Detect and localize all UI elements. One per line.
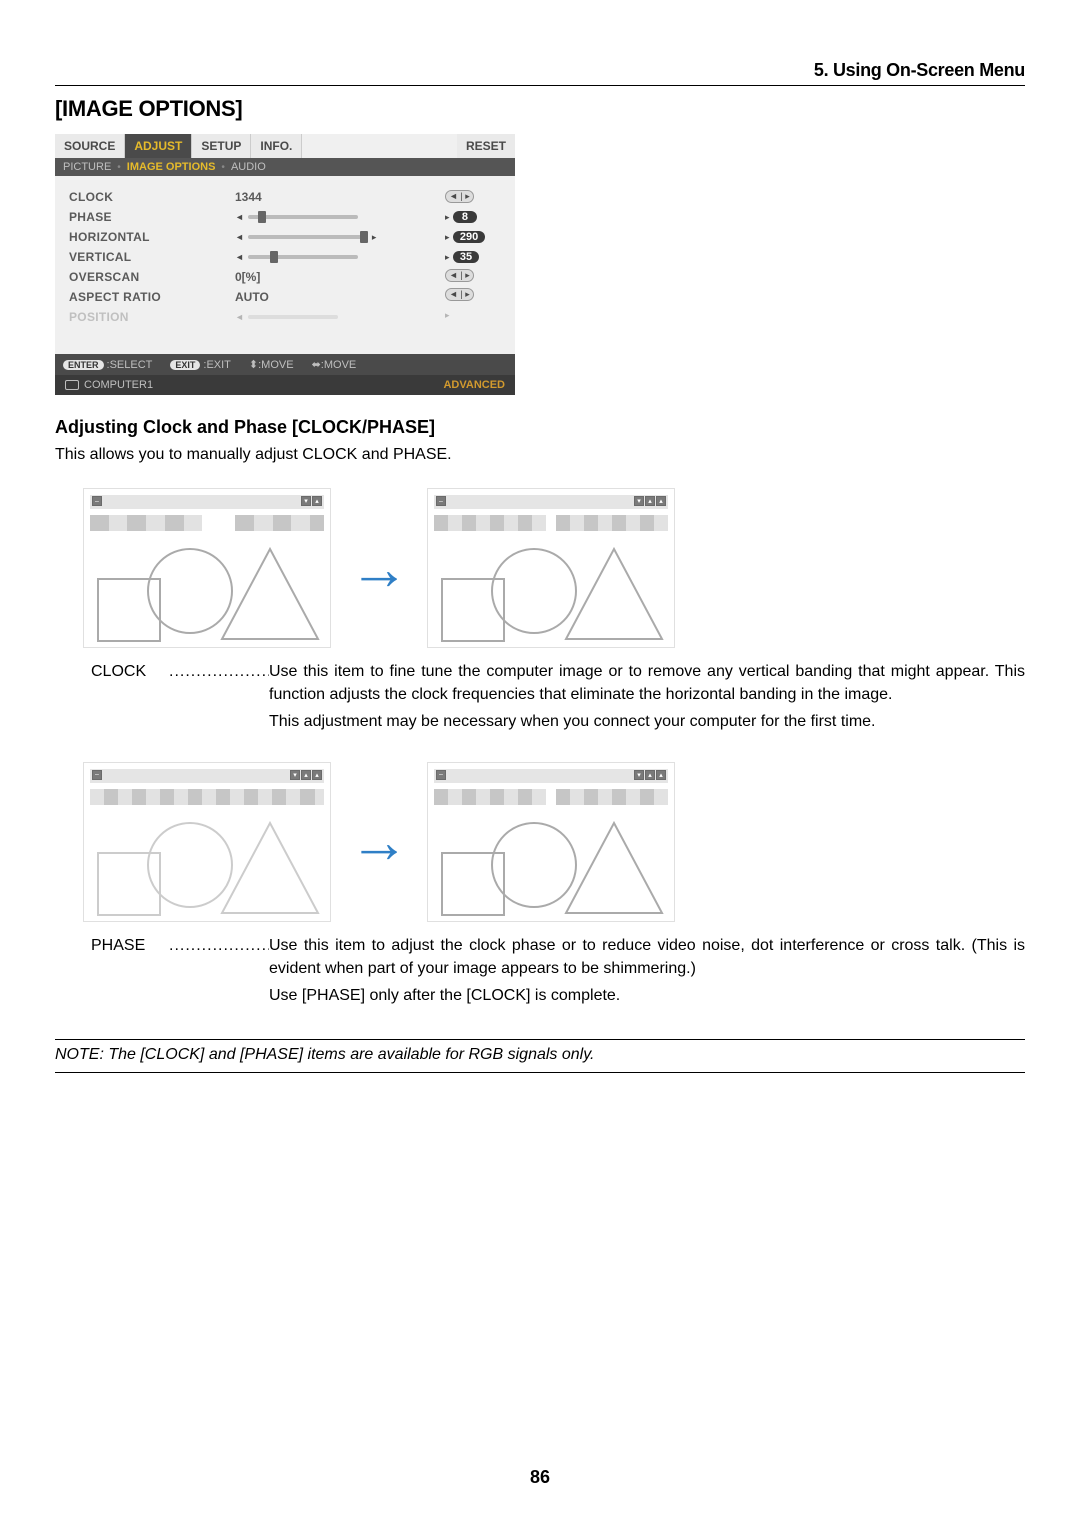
note-text: NOTE: The [CLOCK] and [PHASE] items are … [55,1044,1025,1068]
def-term: CLOCK [91,660,169,738]
subtab-audio[interactable]: AUDIO [231,161,266,173]
slider-position: ◄ [235,310,429,324]
osd-subtabs: PICTURE • IMAGE OPTIONS • AUDIO [55,158,515,176]
slider-phase[interactable]: ◄ [235,210,429,224]
arrows-aspect[interactable]: ◄ | ▸ [445,288,474,301]
move-lr-icon: ⬌:MOVE [312,358,357,371]
illustration-clock: –▾▴ → –▾▴▴ [83,488,1025,648]
def-term: PHASE [91,934,169,1012]
source-label: COMPUTER1 [84,379,153,391]
tab-reset[interactable]: RESET [457,134,515,158]
illustration-good-clock: –▾▴▴ [427,488,675,648]
osd-footer: ENTER:SELECT EXIT:EXIT ⬍:MOVE ⬌:MOVE [55,354,515,375]
def-body-line: Use [PHASE] only after the [CLOCK] is co… [269,984,1025,1007]
osd-panel: SOURCE ADJUST SETUP INFO. RESET PICTURE … [55,134,515,395]
section-title: [IMAGE OPTIONS] [55,96,1025,122]
value-horizontal: 290 [453,231,485,243]
menu-item-horizontal[interactable]: HORIZONTAL [69,230,219,244]
exit-label: :EXIT [203,359,231,371]
def-body-line: This adjustment may be necessary when yo… [269,710,1025,733]
illustration-good-phase: –▾▴▴ [427,762,675,922]
subtab-picture[interactable]: PICTURE [63,161,111,173]
arrows-overscan[interactable]: ◄ | ▸ [445,269,474,282]
subtab-sep-icon: • [117,162,121,173]
illustration-phase: –▾▴▴ → –▾▴▴ [83,762,1025,922]
shapes-icon [90,811,326,919]
menu-item-aspect[interactable]: ASPECT RATIO [69,290,219,304]
value-phase: 8 [453,211,477,223]
move-ud-icon: ⬍:MOVE [249,358,294,371]
source-icon [65,380,79,390]
arrow-right-icon: → [349,534,409,603]
def-phase: PHASE ................... Use this item … [91,934,1025,1012]
note-rule [55,1039,1025,1040]
illustration-bad-clock: –▾▴ [83,488,331,648]
def-dots: ................... [169,660,269,738]
subsection-intro: This allows you to manually adjust CLOCK… [55,446,1025,464]
menu-item-overscan[interactable]: OVERSCAN [69,270,219,284]
subtab-sep-icon: • [221,162,225,173]
subtab-image-options[interactable]: IMAGE OPTIONS [127,161,216,173]
slider-vertical[interactable]: ◄ [235,250,429,264]
value-vertical: 35 [453,251,479,263]
osd-top-tabs: SOURCE ADJUST SETUP INFO. RESET [55,134,515,158]
shapes-icon [434,811,670,919]
shapes-icon [434,537,670,645]
tab-setup[interactable]: SETUP [192,134,251,158]
tab-info[interactable]: INFO. [251,134,302,158]
shapes-icon [90,537,326,645]
enter-pill: ENTER [63,360,104,370]
menu-item-position: POSITION [69,310,219,324]
def-body-line: Use this item to adjust the clock phase … [269,934,1025,980]
page-number: 86 [0,1467,1080,1488]
value-clock: 1344 [235,190,429,204]
subsection-heading: Adjusting Clock and Phase [CLOCK/PHASE] [55,417,1025,438]
def-body-line: Use this item to fine tune the computer … [269,660,1025,706]
arrow-right-icon: → [349,807,409,876]
menu-item-clock[interactable]: CLOCK [69,190,219,204]
def-clock: CLOCK ................... Use this item … [91,660,1025,738]
exit-pill: EXIT [170,360,200,370]
value-overscan: 0[%] [235,270,429,284]
tab-source[interactable]: SOURCE [55,134,125,158]
value-aspect: AUTO [235,290,429,304]
menu-item-vertical[interactable]: VERTICAL [69,250,219,264]
illustration-bad-phase: –▾▴▴ [83,762,331,922]
chapter-heading: 5. Using On-Screen Menu [55,60,1025,86]
arrows-clock[interactable]: ◄ | ▸ [445,190,474,203]
slider-horizontal[interactable]: ◄▸ [235,230,429,244]
osd-footer2: COMPUTER1 ADVANCED [55,375,515,395]
menu-item-phase[interactable]: PHASE [69,210,219,224]
tab-adjust[interactable]: ADJUST [125,134,192,158]
enter-label: :SELECT [107,359,153,371]
note-rule [55,1072,1025,1073]
def-dots: ................... [169,934,269,1012]
mode-label: ADVANCED [443,379,505,391]
